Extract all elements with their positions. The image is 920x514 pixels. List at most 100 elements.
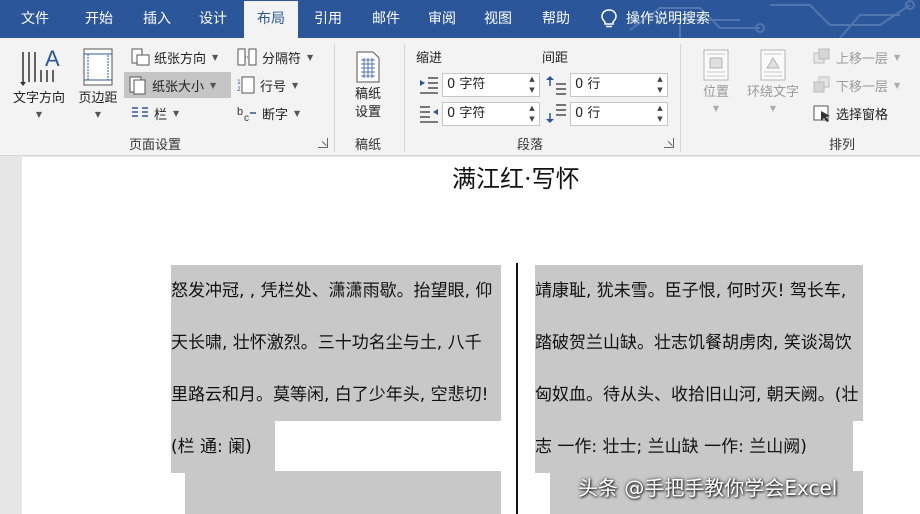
text-direction-icon: A <box>20 46 60 86</box>
indent-right-field[interactable]: 0 字符 ▲ ▼ <box>442 102 540 126</box>
tab-view[interactable]: 视图 <box>472 0 524 38</box>
spin-arrows-icon[interactable]: ▲ ▼ <box>653 74 667 96</box>
send-backward-icon <box>813 76 830 93</box>
chevron-down-icon: ▼ <box>292 80 299 90</box>
wrap-text-button[interactable]: 环绕文字 ▼ <box>740 48 806 114</box>
lightbulb-icon <box>601 9 617 28</box>
chevron-down-icon: ▼ <box>294 108 301 118</box>
spacing-after-value: 0 行 <box>575 106 601 121</box>
svg-text:1: 1 <box>237 79 241 86</box>
ribbon-panel: A 文字方向 ▼ 页边距 ▼ 纸张方向 ▼ 纸张大小 ▼ 栏 ▼ 分隔符 ▼ 1… <box>0 38 920 156</box>
chevron-down-icon: ▼ <box>35 110 43 119</box>
orientation-label: 纸张方向 <box>154 51 207 67</box>
right-line-1[interactable]: 靖康耻, 犹未雪。臣子恨, 何时灭! 驾长车, <box>535 265 863 317</box>
left-line-4[interactable]: (栏 通: 阑) <box>171 421 275 473</box>
position-button[interactable]: 位置 ▼ <box>690 48 742 114</box>
chevron-down-icon: ▼ <box>210 80 217 90</box>
spin-arrows-icon[interactable]: ▲ ▼ <box>653 103 667 125</box>
indent-right-icon <box>420 106 438 123</box>
spacing-before-field[interactable]: 0 行 ▲ ▼ <box>570 73 668 97</box>
paragraph-launcher-icon[interactable] <box>664 138 674 148</box>
indent-left-field[interactable]: 0 字符 ▲ ▼ <box>442 73 540 97</box>
margins-label: 页边距 <box>78 91 118 106</box>
selection-pane-button[interactable]: 选择窗格 <box>808 100 892 126</box>
send-backward-button[interactable]: 下移一层 ▼ <box>808 72 904 98</box>
text-direction-button[interactable]: A 文字方向 ▼ <box>6 44 72 120</box>
column-separator <box>516 263 518 514</box>
hyphenation-label: 断字 <box>262 107 289 123</box>
columns-icon <box>132 107 148 117</box>
spacing-before-icon <box>546 76 566 95</box>
selection-pane-icon <box>813 105 830 122</box>
breaks-icon <box>237 48 257 66</box>
page-setup-group-label: 页面设置 <box>128 138 181 153</box>
draft-paper-icon <box>356 51 380 83</box>
document-title[interactable]: 满江红·写怀 <box>452 159 580 194</box>
indent-right-value: 0 字符 <box>447 106 486 121</box>
page-size-icon <box>129 76 146 95</box>
indent-label: 缩进 <box>416 51 443 66</box>
margins-icon <box>83 48 113 86</box>
line-numbers-button[interactable]: 1 2 行号 ▼ <box>232 72 302 98</box>
chevron-down-icon: ▼ <box>212 52 219 62</box>
tab-home[interactable]: 开始 <box>74 0 124 38</box>
position-icon <box>703 49 729 81</box>
svg-text:c: c <box>244 113 249 123</box>
columns-button[interactable]: 栏 ▼ <box>126 100 183 126</box>
left-line-2[interactable]: 天长啸, 壮怀激烈。三十功名尘与土, 八千 <box>171 317 501 369</box>
spin-arrows-icon[interactable]: ▲ ▼ <box>525 103 539 125</box>
line-numbers-icon: 1 2 <box>237 76 255 94</box>
right-line-4[interactable]: 志 一作: 壮士; 兰山缺 一作: 兰山阙) <box>535 421 853 473</box>
left-line-3[interactable]: 里路云和月。莫等闲, 白了少年头, 空悲切! <box>171 369 501 421</box>
line-numbers-label: 行号 <box>260 79 287 95</box>
right-line-2[interactable]: 踏破贺兰山缺。壮志饥餐胡虏肉, 笑谈渴饮 <box>535 317 863 369</box>
tab-help[interactable]: 帮助 <box>530 0 582 38</box>
size-label: 纸张大小 <box>152 79 205 95</box>
hyphenation-icon: b c <box>237 106 256 123</box>
left-line-1[interactable]: 怒发冲冠, , 凭栏处、潇潇雨歇。抬望眼, 仰 <box>171 265 501 317</box>
hyphenation-button[interactable]: b c 断字 ▼ <box>232 100 304 126</box>
send-backward-label: 下移一层 <box>836 79 889 95</box>
group-divider <box>334 44 335 152</box>
selection-pane-label: 选择窗格 <box>836 107 889 123</box>
tab-file[interactable]: 文件 <box>10 0 60 38</box>
size-button[interactable]: 纸张大小 ▼ <box>124 72 231 98</box>
spacing-label: 间距 <box>542 51 569 66</box>
spacing-before-value: 0 行 <box>575 77 601 92</box>
orientation-button[interactable]: 纸张方向 ▼ <box>126 44 222 70</box>
tab-references[interactable]: 引用 <box>302 0 354 38</box>
tab-insert[interactable]: 插入 <box>132 0 182 38</box>
spacing-after-field[interactable]: 0 行 ▲ ▼ <box>570 102 668 126</box>
chevron-down-icon: ▼ <box>894 80 901 90</box>
indent-left-icon <box>420 77 438 94</box>
left-empty-selection <box>185 471 501 514</box>
ribbon-tab-bar: 文件 开始 插入 设计 布局 引用 邮件 审阅 视图 帮助 操作说明搜索 <box>0 0 920 38</box>
arrange-group-label: 排列 <box>828 138 855 153</box>
tab-layout[interactable]: 布局 <box>244 1 298 38</box>
right-line-3[interactable]: 匈奴血。待从头、收拾旧山河, 朝天阙。(壮 <box>535 369 863 421</box>
page-orientation-icon <box>131 48 150 66</box>
bring-forward-button[interactable]: 上移一层 ▼ <box>808 44 904 70</box>
wrap-text-icon <box>760 49 786 81</box>
draft-paper-label-2: 设置 <box>354 105 381 120</box>
text-direction-label: 文字方向 <box>12 91 65 106</box>
chevron-down-icon: ▼ <box>712 104 720 113</box>
columns-label: 栏 <box>154 107 168 123</box>
spin-arrows-icon[interactable]: ▲ ▼ <box>525 74 539 96</box>
breaks-button[interactable]: 分隔符 ▼ <box>232 44 317 70</box>
breaks-label: 分隔符 <box>262 51 302 67</box>
group-divider <box>404 44 405 152</box>
chevron-down-icon: ▼ <box>307 52 314 62</box>
tab-review[interactable]: 审阅 <box>416 0 468 38</box>
document-page[interactable]: 满江红·写怀 怒发冲冠, , 凭栏处、潇潇雨歇。抬望眼, 仰 天长啸, 壮怀激烈… <box>22 157 920 514</box>
page-setup-launcher-icon[interactable] <box>318 138 328 148</box>
draft-paper-button[interactable]: 稿纸 设置 <box>342 50 394 122</box>
paragraph-group-label: 段落 <box>516 138 543 153</box>
tell-me-search[interactable]: 操作说明搜索 <box>600 0 710 38</box>
svg-text:2: 2 <box>237 86 241 93</box>
margins-button[interactable]: 页边距 ▼ <box>72 44 124 120</box>
draft-paper-label-1: 稿纸 <box>354 87 381 102</box>
tab-mailings[interactable]: 邮件 <box>360 0 412 38</box>
tab-design[interactable]: 设计 <box>188 0 238 38</box>
bring-forward-icon <box>813 48 830 64</box>
